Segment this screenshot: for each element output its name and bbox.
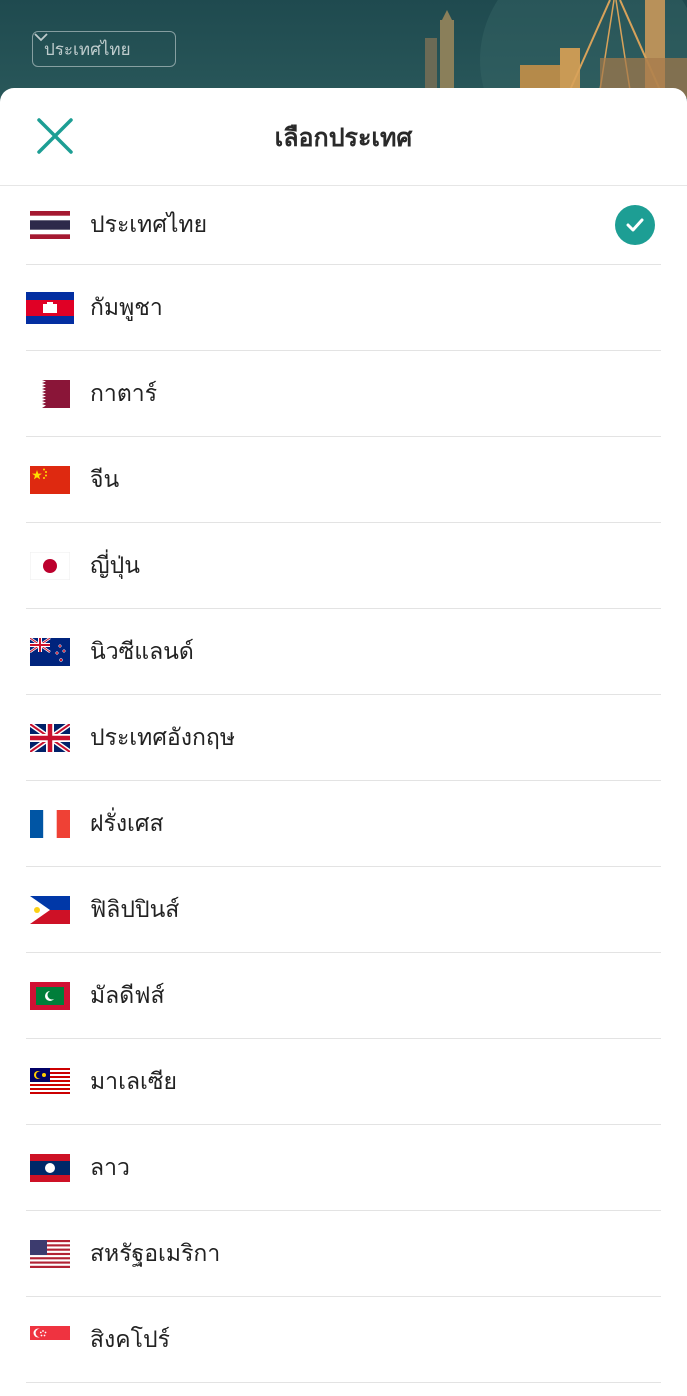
country-row-qatar[interactable]: กาตาร์: [26, 351, 661, 437]
qatar-flag: [26, 378, 74, 410]
country-row-france[interactable]: ฝรั่งเศส: [26, 781, 661, 867]
japan-flag: [26, 550, 74, 582]
country-row-singapore[interactable]: สิงคโปร์: [26, 1297, 661, 1383]
country-row-china[interactable]: จีน: [26, 437, 661, 523]
country-row-maldives[interactable]: มัลดีฟส์: [26, 953, 661, 1039]
country-list: ประเทศไทย กัมพูชา กาตาร์ จีน ญี่ปุ่น นิว…: [0, 186, 687, 1383]
cambodia-flag: [26, 291, 74, 324]
country-row-malaysia[interactable]: มาเลเซีย: [26, 1039, 661, 1125]
china-flag: [26, 464, 74, 496]
country-row-united-kingdom[interactable]: ประเทศอังกฤษ: [26, 695, 661, 781]
usa-flag: [26, 1238, 74, 1270]
country-label: ประเทศไทย: [90, 212, 208, 238]
country-label: กัมพูชา: [90, 294, 163, 321]
country-label: ฝรั่งเศส: [90, 810, 164, 837]
country-label: สหรัฐอเมริกา: [90, 1240, 221, 1267]
country-label: ประเทศอังกฤษ: [90, 724, 235, 751]
philippines-flag: [26, 894, 74, 926]
chevron-down-icon: [34, 33, 48, 42]
country-label: นิวซีแลนด์: [90, 638, 194, 665]
maldives-flag: [26, 980, 74, 1012]
sheet-title: เลือกประเทศ: [274, 123, 413, 152]
country-label: ฟิลิปปินส์: [90, 896, 180, 923]
country-picker-sheet: เลือกประเทศ ประเทศไทย กัมพูชา กาตาร์ จีน…: [0, 88, 687, 1396]
country-row-japan[interactable]: ญี่ปุ่น: [26, 523, 661, 609]
country-label: ญี่ปุ่น: [90, 552, 140, 579]
country-selector-dropdown[interactable]: ประเทศไทย: [32, 31, 176, 67]
country-selector-label: ประเทศไทย: [44, 39, 131, 60]
laos-flag: [26, 1152, 74, 1184]
selected-check-icon: [615, 205, 655, 245]
united-kingdom-flag: [26, 722, 74, 754]
country-row-philippines[interactable]: ฟิลิปปินส์: [26, 867, 661, 953]
country-label: ลาว: [90, 1154, 130, 1181]
country-label: สิงคโปร์: [90, 1326, 170, 1353]
country-label: กาตาร์: [90, 380, 158, 407]
country-row-usa[interactable]: สหรัฐอเมริกา: [26, 1211, 661, 1297]
country-row-cambodia[interactable]: กัมพูชา: [26, 265, 661, 351]
new-zealand-flag: [26, 636, 74, 668]
sheet-header: เลือกประเทศ: [0, 88, 687, 186]
country-label: มัลดีฟส์: [90, 982, 165, 1009]
country-label: มาเลเซีย: [90, 1068, 177, 1095]
country-row-thailand[interactable]: ประเทศไทย: [26, 186, 661, 265]
malaysia-flag: [26, 1066, 74, 1098]
france-flag: [26, 808, 74, 840]
country-row-new-zealand[interactable]: นิวซีแลนด์: [26, 609, 661, 695]
country-label: จีน: [90, 466, 120, 493]
singapore-flag: [26, 1324, 74, 1356]
country-row-laos[interactable]: ลาว: [26, 1125, 661, 1211]
thailand-flag: [26, 209, 74, 241]
